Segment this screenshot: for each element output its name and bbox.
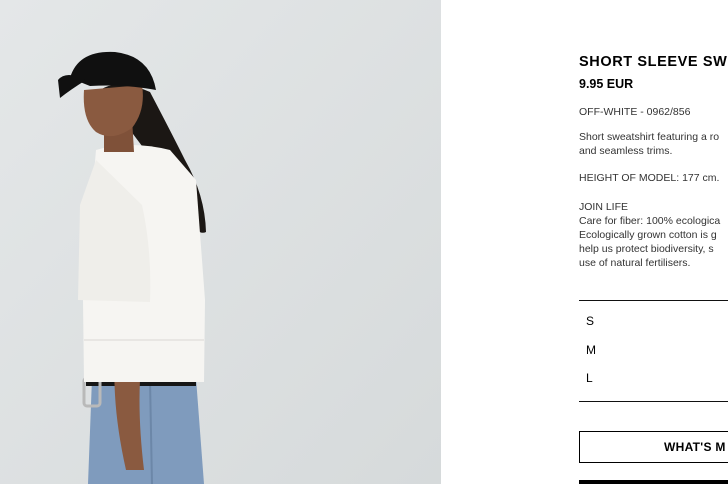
add-to-cart-button[interactable] (579, 480, 728, 484)
product-photo (0, 0, 441, 484)
description-line: Short sweatshirt featuring a ro (579, 131, 720, 143)
size-selector: S M L (579, 307, 728, 393)
size-option-s[interactable]: S (579, 307, 728, 336)
color-reference: OFF-WHITE - 0962/856 (579, 106, 691, 118)
size-list-top-divider (579, 300, 728, 301)
product-description: Short sweatshirt featuring a ro and seam… (579, 130, 719, 158)
join-life-heading: JOIN LIFE (579, 201, 629, 213)
description-line: and seamless trims. (579, 145, 673, 157)
join-life-line: Care for fiber: 100% ecologica (579, 215, 721, 227)
size-option-l[interactable]: L (579, 364, 728, 393)
model-illustration (0, 0, 441, 484)
join-life-section: JOIN LIFE Care for fiber: 100% ecologica… (579, 200, 720, 270)
join-life-line: Ecologically grown cotton is g (579, 229, 717, 241)
whats-my-size-button[interactable]: WHAT'S M (579, 431, 728, 463)
size-option-m[interactable]: M (579, 336, 728, 365)
model-height: HEIGHT OF MODEL: 177 cm. (579, 172, 720, 184)
size-list-bottom-divider (579, 401, 728, 402)
product-price: 9.95 EUR (579, 77, 634, 91)
join-life-line: use of natural fertilisers. (579, 257, 691, 269)
product-title: SHORT SLEEVE SW (579, 54, 728, 70)
join-life-line: help us protect biodiversity, s (579, 243, 714, 255)
product-detail-panel: SHORT SLEEVE SW 9.95 EUR OFF-WHITE - 096… (579, 0, 728, 484)
